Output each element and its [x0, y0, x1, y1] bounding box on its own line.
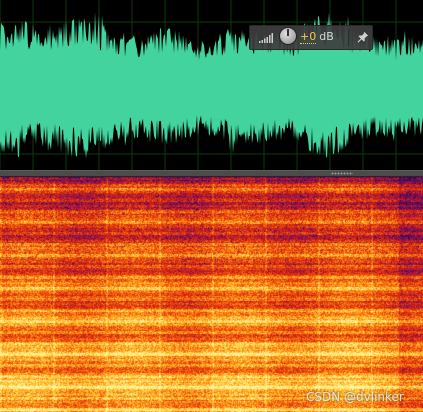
divider-grip-handle[interactable] — [331, 172, 353, 175]
knob-indicator — [287, 29, 289, 36]
watermark-text: CSDN @dvlinker — [306, 390, 404, 404]
level-meter-icon[interactable] — [259, 31, 275, 43]
spectrogram-canvas — [0, 177, 423, 412]
spectrogram-display[interactable] — [0, 177, 423, 412]
pane-divider[interactable] — [0, 170, 423, 177]
gain-value[interactable]: +0 — [300, 30, 317, 44]
pin-icon[interactable] — [357, 31, 369, 43]
gain-readout[interactable]: +0 dB — [300, 29, 334, 45]
gain-unit: dB — [319, 30, 334, 43]
audio-editor-view: +0 dB CSDN @dvlinker — [0, 0, 423, 412]
volume-knob-icon[interactable] — [279, 27, 297, 45]
hud-separator — [348, 29, 349, 46]
